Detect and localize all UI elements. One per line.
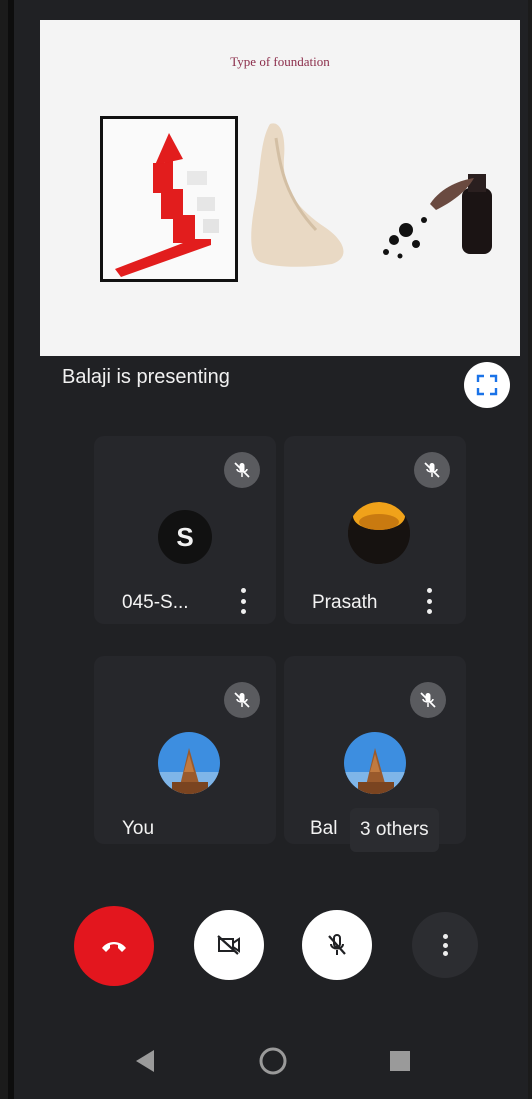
mic-off-icon [234,462,250,478]
presentation-slide[interactable]: Type of foundation [40,20,520,356]
avatar [158,732,220,794]
slide-image-pouring-bottle [370,168,502,264]
participant-menu-button[interactable] [424,584,434,618]
avatar: S [158,510,212,564]
phone-screen: Type of foundation Balaji is presenting … [8,0,528,1099]
home-circle-icon[interactable] [258,1046,288,1076]
phone-hangup-icon [102,942,126,952]
more-vertical-icon [426,588,432,593]
participant-name: You [122,818,155,839]
slide-image-stairs-arrow [100,116,238,282]
mute-badge [414,452,450,488]
end-call-button[interactable] [74,906,154,986]
back-triangle-icon[interactable] [134,1048,156,1074]
recents-square-icon[interactable] [388,1049,412,1073]
avatar [348,502,410,564]
participant-tile-045-s[interactable]: S 045-S... [94,436,276,624]
mic-off-icon [234,692,250,708]
mute-badge [224,452,260,488]
others-chip[interactable]: 3 others [350,808,439,852]
camera-toggle-button[interactable] [194,910,264,980]
camera-off-icon [217,935,240,955]
avatar [344,732,406,794]
mic-toggle-button[interactable] [302,910,372,980]
mic-off-icon [424,462,440,478]
participant-tile-prasath[interactable]: Prasath [284,436,466,624]
slide-image-footing [246,118,354,268]
more-options-button[interactable] [412,912,478,978]
mute-badge [410,682,446,718]
more-vertical-icon [240,588,246,593]
fullscreen-icon [476,374,498,396]
mic-off-icon [328,934,346,955]
mute-badge [224,682,260,718]
participant-name: Bal [310,818,338,839]
slide-title: Type of foundation [230,54,330,69]
more-vertical-icon [440,930,450,960]
participant-name: Prasath [312,592,378,613]
participant-name: 045-S... [122,592,189,613]
fullscreen-button[interactable] [464,362,510,408]
participant-tile-you[interactable]: You [94,656,276,844]
mic-off-icon [420,692,436,708]
participant-menu-button[interactable] [238,584,248,618]
presenting-status: Balaji is presenting [62,366,230,388]
